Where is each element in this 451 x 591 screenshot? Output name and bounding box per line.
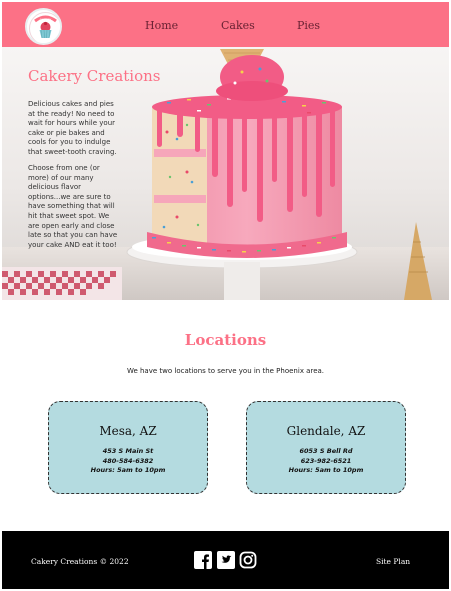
location-city: Mesa, AZ xyxy=(99,424,157,438)
site-plan-link[interactable]: Site Plan xyxy=(376,557,410,566)
location-address: 453 S Main St xyxy=(102,447,154,455)
hero-title: Cakery Creations xyxy=(28,67,161,85)
copyright-text: Cakery Creations © 2022 xyxy=(31,557,129,566)
header-nav: CAKERY Home Cakes Pies xyxy=(2,2,449,47)
footer: Cakery Creations © 2022 Site Plan xyxy=(2,531,449,589)
nav-cakes-link[interactable]: Cakes xyxy=(221,19,255,32)
hero-section: Cakery Creations Delicious cakes and pie… xyxy=(2,47,449,300)
location-hours: Hours: 5am to 10pm xyxy=(90,466,166,474)
twitter-icon[interactable] xyxy=(217,551,235,569)
location-phone: 480-584-6382 xyxy=(102,457,154,465)
nav-home-link[interactable]: Home xyxy=(145,19,178,32)
location-hours: Hours: 5am to 10pm xyxy=(288,466,364,474)
hero-paragraph-2: Choose from one (or more) of our many de… xyxy=(28,164,118,249)
location-address: 6053 S Bell Rd xyxy=(299,447,353,455)
svg-text:CAKERY: CAKERY xyxy=(40,18,52,22)
location-card-mesa: Mesa, AZ 453 S Main St 480-584-6382 Hour… xyxy=(48,401,208,494)
locations-subtitle: We have two locations to serve you in th… xyxy=(126,367,325,375)
location-card-glendale: Glendale, AZ 6053 S Bell Rd 623-982-6521… xyxy=(246,401,406,494)
hero-paragraph-1: Delicious cakes and pies at the ready! N… xyxy=(28,100,117,156)
nav-pies-link[interactable]: Pies xyxy=(297,19,320,32)
instagram-icon[interactable] xyxy=(239,551,257,569)
locations-title: Locations xyxy=(184,331,267,349)
location-phone: 623-982-6521 xyxy=(300,457,352,465)
logo[interactable]: CAKERY xyxy=(25,8,62,45)
facebook-icon[interactable] xyxy=(194,551,212,569)
cupcake-logo-icon: CAKERY xyxy=(29,12,60,43)
location-city: Glendale, AZ xyxy=(286,424,366,438)
